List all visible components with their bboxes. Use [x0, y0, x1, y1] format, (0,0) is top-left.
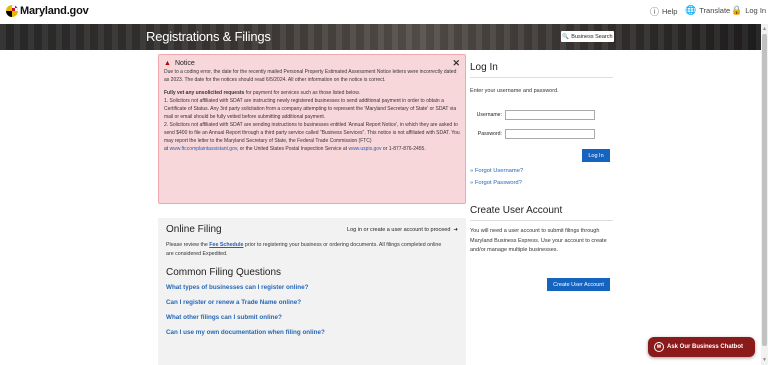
create-account-title: Create User Account: [470, 205, 613, 221]
notice-paragraph-4: 2. Solicitors not affiliated with SDAT a…: [164, 122, 460, 144]
online-filing-title: Online Filing: [166, 224, 222, 235]
notice-paragraph-1: Due to a coding error, the date for the …: [164, 69, 457, 83]
page-scrollbar[interactable]: ▲ ▼: [761, 24, 768, 365]
help-label: Help: [662, 7, 678, 16]
notice-alert: ▲ Notice ✕ Due to a coding error, the da…: [158, 54, 466, 204]
login-button[interactable]: Log In: [582, 149, 610, 162]
translate-label: Translate: [699, 6, 731, 15]
header-login-link[interactable]: 🔒 Log In: [731, 5, 766, 16]
create-account-panel: Create User Account You will need a user…: [470, 205, 613, 256]
online-filing-text: Please review the Fee Schedule prior to …: [166, 242, 442, 257]
question-link-trade-name[interactable]: Can I register or renew a Trade Name onl…: [166, 299, 458, 306]
notice-title: Notice: [174, 59, 195, 67]
online-filing-panel: Online Filing Log in or create a user ac…: [158, 218, 466, 365]
help-link[interactable]: ⓘ Help: [650, 5, 677, 18]
create-account-text: You will need a user account to submit f…: [470, 228, 607, 253]
username-label: Username:: [476, 112, 502, 118]
maryland-flag-icon: [6, 5, 18, 17]
hero-banner: Registrations & Filings 🔍 Business Searc…: [0, 24, 761, 50]
lock-icon: 🔒: [731, 5, 743, 15]
password-label: Password:: [477, 131, 502, 137]
login-instructions: Enter your username and password.: [470, 88, 559, 94]
header-login-label: Log In: [745, 6, 767, 15]
help-icon: ⓘ: [650, 7, 660, 17]
page-title: Registrations & Filings: [146, 29, 271, 44]
top-bar: Maryland.gov ⓘ Help 🌐 Translate 🔒 Log In: [0, 0, 768, 24]
login-panel: Log In Enter your username and password.: [470, 62, 613, 94]
scroll-up-icon[interactable]: ▲: [762, 26, 767, 32]
business-search-button[interactable]: 🔍 Business Search: [561, 31, 614, 42]
username-row: Username:: [470, 110, 595, 120]
username-input[interactable]: [505, 110, 595, 120]
question-link-business-types[interactable]: What types of businesses can I register …: [166, 284, 458, 291]
translate-link[interactable]: 🌐 Translate: [685, 5, 730, 16]
password-row: Password:: [470, 129, 595, 139]
scrollbar-thumb[interactable]: [762, 34, 767, 346]
question-link-own-documentation[interactable]: Can I use my own documentation when fili…: [166, 329, 458, 336]
notice-paragraph-3: 1. Solicitors not affiliated with SDAT a…: [164, 98, 457, 120]
logo-text: Maryland.gov: [20, 5, 89, 17]
notice-bold-text: Fully vet any unsolicited requests: [164, 90, 245, 96]
notice-paragraph-5: at www.ftccomplaintassistant.gov, or the…: [164, 146, 426, 152]
chatbot-button[interactable]: ✉ Ask Our Business Chatbot: [648, 337, 755, 357]
search-icon: 🔍: [562, 33, 570, 40]
create-account-button[interactable]: Create User Account: [547, 278, 610, 291]
forgot-username-link[interactable]: » Forgot Username?: [470, 168, 523, 174]
ftc-complaint-link[interactable]: www.ftccomplaintassistant.gov: [170, 146, 237, 152]
password-input[interactable]: [505, 129, 595, 139]
common-questions-title: Common Filing Questions: [166, 267, 282, 278]
scroll-down-icon[interactable]: ▼: [762, 357, 767, 363]
arrow-right-icon: ➜: [453, 226, 458, 233]
chatbot-label: Ask Our Business Chatbot: [667, 344, 744, 350]
uspis-link[interactable]: www.uspis.gov: [348, 146, 381, 152]
forgot-password-link[interactable]: » Forgot Password?: [470, 180, 522, 186]
chat-icon: ✉: [654, 342, 664, 352]
globe-icon: 🌐: [685, 5, 697, 15]
question-link-other-filings[interactable]: What other filings can I submit online?: [166, 314, 458, 321]
login-title: Log In: [470, 62, 613, 78]
login-to-proceed-link[interactable]: Log in or create a user account to proce…: [347, 227, 458, 233]
maryland-logo[interactable]: Maryland.gov: [6, 5, 89, 17]
close-icon[interactable]: ✕: [452, 58, 460, 69]
fee-schedule-link[interactable]: Fee Schedule: [209, 242, 243, 248]
notice-text: for payment for services such as those l…: [244, 90, 360, 96]
business-search-label: Business Search: [571, 33, 613, 40]
warning-icon: ▲: [164, 59, 171, 67]
notice-paragraph-2: Fully vet any unsolicited requests for p…: [164, 89, 460, 97]
